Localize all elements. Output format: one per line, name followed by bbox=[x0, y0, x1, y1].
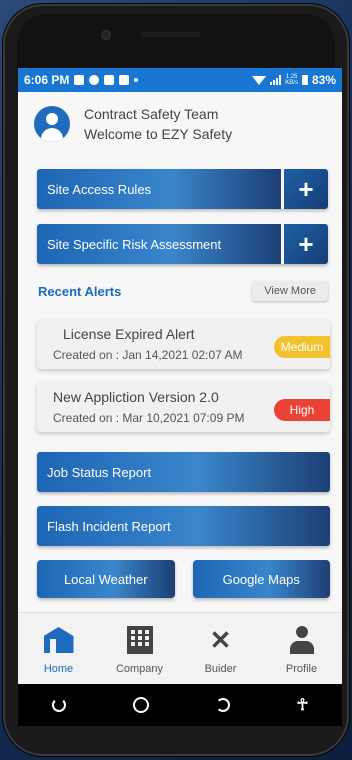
site-access-rules-label: Site Access Rules bbox=[37, 169, 281, 209]
more-notifications-icon bbox=[134, 78, 139, 82]
app-notification-icon bbox=[89, 75, 100, 85]
status-bar: 6:06 PM 1.25 KB/s 83% bbox=[18, 68, 342, 92]
accessibility-icon[interactable]: ☥ bbox=[297, 695, 309, 715]
nav-label-company: Company bbox=[115, 663, 164, 675]
status-time: 6:06 PM bbox=[24, 73, 70, 87]
bottom-navigation: Home Company ✕ Buider Profile bbox=[18, 612, 342, 684]
nav-label-home: Home bbox=[43, 663, 74, 675]
front-camera bbox=[101, 30, 111, 40]
back-icon[interactable] bbox=[51, 698, 66, 712]
team-name: Contract Safety Team bbox=[84, 106, 219, 122]
site-access-rules-button[interactable]: Site Access Rules + bbox=[37, 169, 328, 209]
add-risk-assessment-button[interactable]: + bbox=[284, 224, 328, 264]
nav-label-profile: Profile bbox=[285, 663, 318, 675]
view-more-button[interactable]: View More bbox=[252, 281, 328, 301]
welcome-text: Welcome to EZY Safety bbox=[84, 126, 233, 142]
home-icon bbox=[43, 627, 74, 653]
system-navigation-bar: ☥ bbox=[18, 684, 342, 726]
nav-item-builder[interactable]: ✕ Buider bbox=[180, 613, 261, 684]
alert-card-license[interactable]: License Expired Alert Created on : Jan 1… bbox=[37, 319, 330, 369]
recent-alerts-header: Recent Alerts View More bbox=[18, 281, 342, 301]
user-header: Contract Safety Team Welcome to EZY Safe… bbox=[18, 92, 342, 152]
earpiece-speaker bbox=[141, 32, 201, 37]
recent-apps-icon[interactable] bbox=[215, 698, 230, 712]
flash-incident-report-button[interactable]: Flash Incident Report bbox=[37, 506, 330, 546]
document-notification-icon bbox=[104, 75, 115, 85]
google-maps-button[interactable]: Google Maps bbox=[192, 560, 330, 598]
nav-item-company[interactable]: Company bbox=[99, 613, 180, 684]
battery-percent: 83% bbox=[311, 73, 336, 87]
severity-badge-high: High bbox=[274, 399, 330, 421]
quick-links-row: Local Weather Google Maps bbox=[37, 560, 330, 598]
nav-item-home[interactable]: Home bbox=[18, 613, 99, 684]
job-status-report-button[interactable]: Job Status Report bbox=[37, 452, 330, 492]
nav-item-profile[interactable]: Profile bbox=[261, 613, 342, 684]
alert-card-new-version[interactable]: New Appliction Version 2.0 Created on : … bbox=[37, 382, 330, 432]
wifi-icon bbox=[252, 75, 267, 85]
gallery-notification-icon bbox=[74, 75, 85, 85]
add-site-access-rule-button[interactable]: + bbox=[284, 169, 328, 209]
avatar-icon[interactable] bbox=[34, 106, 70, 142]
site-risk-assessment-label: Site Specific Risk Assessment bbox=[37, 224, 281, 264]
recent-alerts-title: Recent Alerts bbox=[38, 283, 122, 299]
message-notification-icon bbox=[119, 75, 130, 85]
building-icon bbox=[126, 626, 153, 654]
nav-label-builder: Buider bbox=[204, 663, 237, 675]
local-weather-button[interactable]: Local Weather bbox=[37, 560, 175, 598]
profile-icon bbox=[288, 626, 316, 654]
phone-top-bezel bbox=[17, 14, 335, 70]
site-risk-assessment-button[interactable]: Site Specific Risk Assessment + bbox=[37, 224, 328, 264]
signal-icon bbox=[270, 75, 282, 85]
severity-badge-medium: Medium bbox=[274, 336, 330, 358]
battery-icon bbox=[301, 75, 308, 85]
app-screen: 6:06 PM 1.25 KB/s 83% Contract Safety Tea… bbox=[18, 68, 342, 684]
network-speed: 1.25 KB/s bbox=[285, 74, 298, 86]
home-circle-icon[interactable] bbox=[132, 697, 149, 713]
tools-icon: ✕ bbox=[209, 625, 232, 655]
